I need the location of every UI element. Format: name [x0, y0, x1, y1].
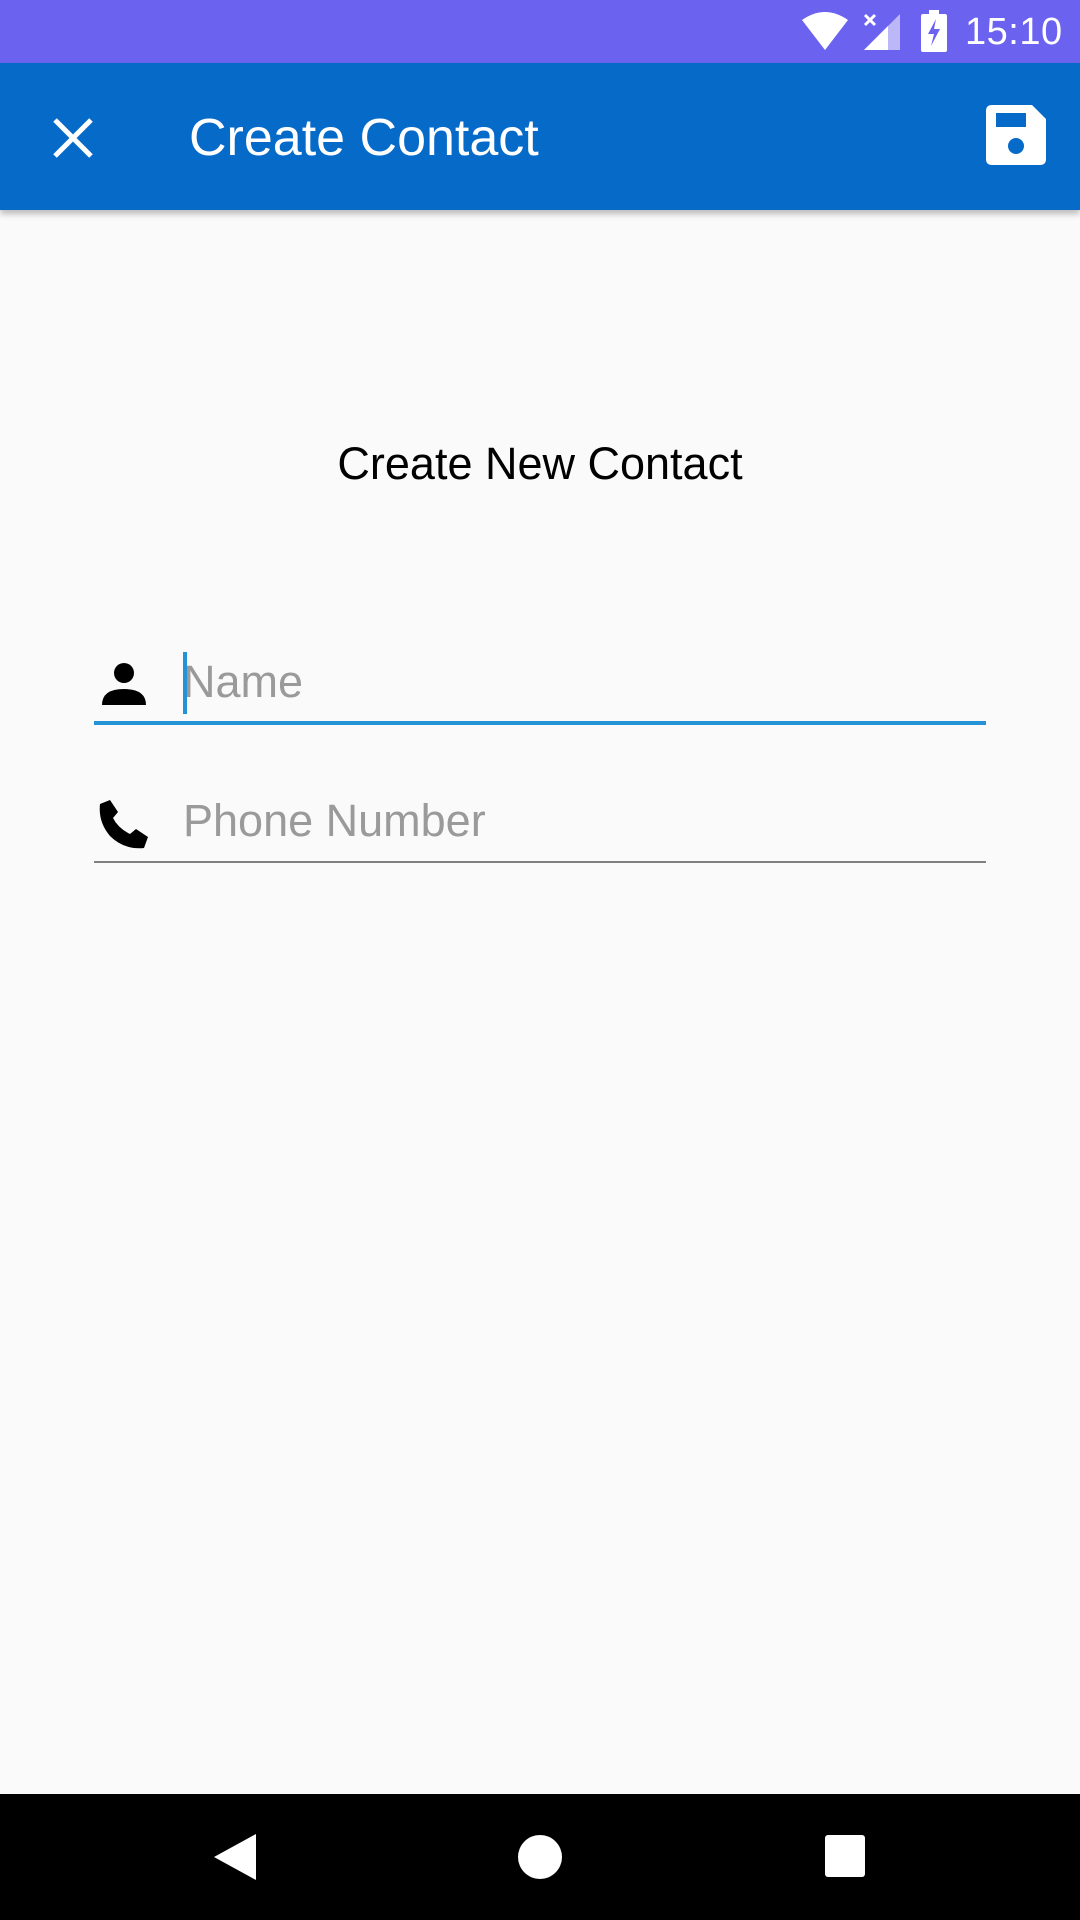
recents-icon[interactable]: [824, 1834, 866, 1878]
back-icon[interactable]: [212, 1832, 258, 1882]
phone-underline: [94, 861, 986, 863]
close-icon[interactable]: [38, 103, 108, 173]
text-cursor: [183, 652, 187, 714]
status-bar: 15:10: [0, 0, 1080, 63]
person-icon: [102, 663, 146, 705]
cell-signal-icon: [863, 13, 900, 50]
phone-icon: [99, 800, 148, 849]
name-underline: [94, 721, 986, 725]
navigation-bar: [0, 1794, 1080, 1920]
name-field: [94, 645, 986, 725]
battery-charging-icon: [921, 10, 947, 52]
page-title: Create Contact: [189, 109, 539, 167]
home-icon[interactable]: [515, 1832, 565, 1882]
wifi-icon: [802, 12, 848, 50]
save-icon[interactable]: [984, 103, 1048, 167]
name-input[interactable]: [183, 645, 973, 719]
phone-field: [94, 784, 986, 864]
phone-input[interactable]: [183, 784, 973, 858]
form-heading: Create New Contact: [337, 438, 743, 489]
app-bar: Create Contact: [0, 63, 1080, 210]
status-time: 15:10: [965, 11, 1063, 53]
